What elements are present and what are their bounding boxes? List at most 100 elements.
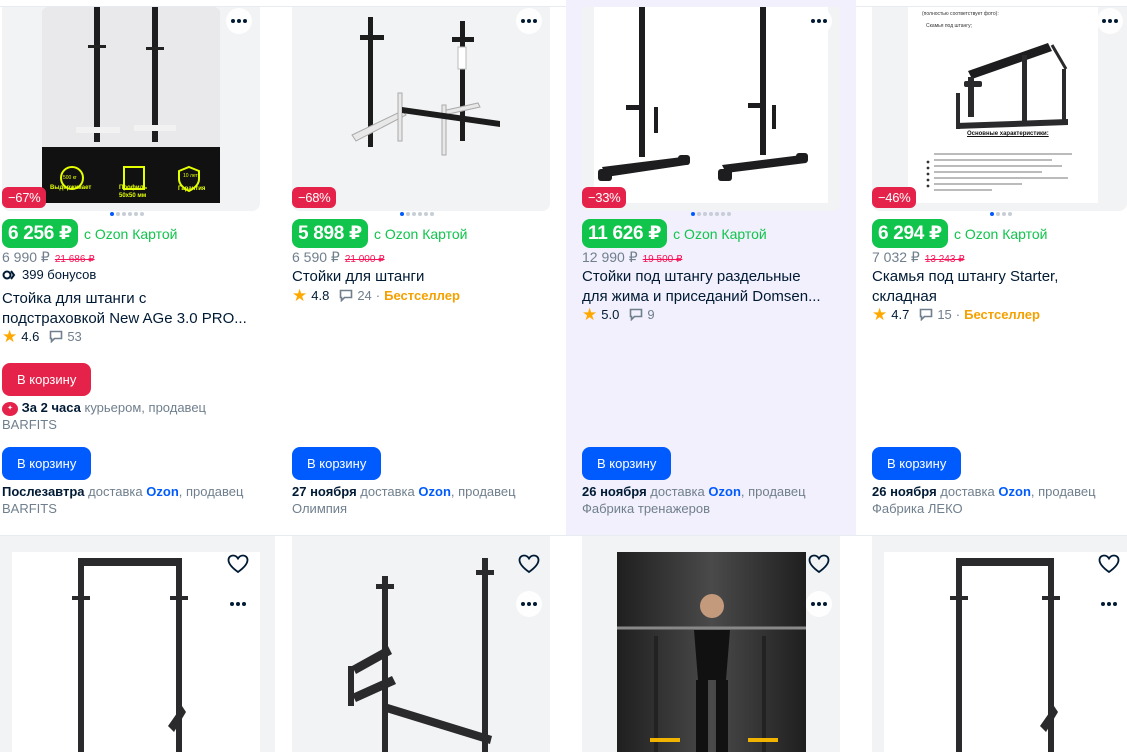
ozon-link[interactable]: Ozon [418,484,451,499]
card-price: 11 626 ₽ [582,219,668,248]
pager-dot[interactable] [430,212,434,216]
product-title[interactable]: Стойки для штанги [292,267,572,287]
dot-icon [527,19,531,23]
express-seller[interactable]: BARFITS [2,417,57,432]
comment-icon [340,289,353,302]
product-card-7[interactable] [582,536,840,752]
rating-row[interactable]: ★ 4.6 53 [2,328,82,345]
product-image-4[interactable]: (полностью соответствует фото): Скамья п… [872,7,1127,211]
comment-icon [50,330,63,343]
more-options-button[interactable] [516,591,542,617]
add-to-cart-button[interactable]: В корзину [2,447,92,480]
image-heading: Основные характеристики: [967,131,1049,137]
pager-dot[interactable] [697,212,701,216]
pager-dot-active[interactable] [691,212,695,216]
discount-badge: −67% [2,187,47,208]
pager-dot[interactable] [727,212,731,216]
more-options-button[interactable] [806,591,832,617]
card-price: 5 898 ₽ [292,219,368,248]
separator-dot: · [375,288,381,303]
strike-price: 21 000 ₽ [344,254,385,265]
dot-icon [1107,602,1111,606]
pager-dot[interactable] [721,212,725,216]
product-title[interactable]: Скамья под штангу Starter, складная [872,267,1122,307]
favorite-button[interactable] [225,551,251,577]
express-rest: курьером, продавец [84,400,206,415]
seller-name[interactable]: Фабрика ЛЕКО [872,501,963,516]
rating-value: 4.7 [891,307,910,322]
title-line: Скамья под штангу Starter, [872,268,1059,285]
more-options-button[interactable] [226,8,252,34]
pager-dot[interactable] [140,212,144,216]
product-image-3[interactable] [582,7,840,211]
product-card-5[interactable] [0,536,275,752]
favorite-button[interactable] [1096,551,1122,577]
product-title[interactable]: Стойка для штанги с подстраховкой New AG… [2,289,282,329]
dot-icon [823,602,827,606]
product-card-1[interactable]: Выдерживает Профиль 50х50 мм Гарантия 50… [0,0,290,535]
add-to-cart-button[interactable]: В корзину [872,447,962,480]
more-options-button[interactable] [225,591,251,617]
image-pager[interactable] [990,212,1012,216]
product-card-8[interactable] [872,536,1127,752]
product-image-2[interactable] [292,7,550,211]
pager-dot[interactable] [703,212,707,216]
product-image-6[interactable] [292,536,550,752]
title-line: для жима и приседаний Domsen... [582,288,821,305]
pager-dot[interactable] [122,212,126,216]
pager-dot[interactable] [1002,212,1006,216]
more-options-button[interactable] [516,8,542,34]
pager-dot-active[interactable] [990,212,994,216]
image-pager[interactable] [691,212,731,216]
pager-dot[interactable] [128,212,132,216]
product-card-3[interactable]: −33% 11 626 ₽ с Ozon Картой 12 990 ₽ 19 … [566,0,856,535]
more-options-button[interactable] [1096,591,1122,617]
pager-dot[interactable] [134,212,138,216]
regular-price: 6 990 ₽ [2,249,50,265]
pager-dot-active[interactable] [400,212,404,216]
more-options-button[interactable] [1097,8,1123,34]
pager-dot-active[interactable] [110,212,114,216]
seller-name[interactable]: Олимпия [292,501,347,516]
pager-dot[interactable] [1008,212,1012,216]
title-line: Стойки под штангу раздельные [582,268,801,285]
ozon-link[interactable]: Ozon [146,484,179,499]
dot-icon [811,602,815,606]
product-image-8[interactable] [872,536,1127,752]
more-options-button[interactable] [806,8,832,34]
add-to-cart-button[interactable]: В корзину [292,447,382,480]
favorite-button[interactable] [806,551,832,577]
favorite-button[interactable] [516,551,542,577]
seller-name[interactable]: BARFITS [2,501,57,516]
pager-dot[interactable] [116,212,120,216]
rating-row[interactable]: ★ 5.0 9 [582,306,655,323]
dot-icon [242,602,246,606]
product-card-4[interactable]: (полностью соответствует фото): Скамья п… [856,0,1127,535]
image-pager[interactable] [400,212,434,216]
ozon-link[interactable]: Ozon [998,484,1031,499]
title-line: Стойки для штанги [292,268,425,285]
ozon-link[interactable]: Ozon [708,484,741,499]
seller-name[interactable]: Фабрика тренажеров [582,501,710,516]
image-pager[interactable] [110,212,144,216]
product-image-1[interactable]: Выдерживает Профиль 50х50 мм Гарантия 50… [2,7,260,211]
pager-dot[interactable] [406,212,410,216]
product-title[interactable]: Стойки под штангу раздельные для жима и … [582,267,850,307]
express-add-to-cart-button[interactable]: В корзину [2,363,92,396]
rating-row[interactable]: ★ 4.7 15 · Бестселлер [872,306,1040,323]
pager-dot[interactable] [996,212,1000,216]
pager-dot[interactable] [715,212,719,216]
pager-dot[interactable] [412,212,416,216]
product-card-2[interactable]: −68% 5 898 ₽ с Ozon Картой 6 590 ₽ 21 00… [290,0,580,535]
add-to-cart-button[interactable]: В корзину [582,447,672,480]
pager-dot[interactable] [709,212,713,216]
product-card-6[interactable] [292,536,550,752]
pager-dot[interactable] [418,212,422,216]
pager-dot[interactable] [424,212,428,216]
title-line: Стойка для штанги с [2,290,147,307]
ozon-card-note: с Ozon Картой [953,225,1048,242]
dot-icon [521,19,525,23]
product-image-7[interactable] [582,536,840,752]
rating-row[interactable]: ★ 4.8 24 · Бестселлер [292,287,460,304]
rating-value: 4.6 [21,329,40,344]
